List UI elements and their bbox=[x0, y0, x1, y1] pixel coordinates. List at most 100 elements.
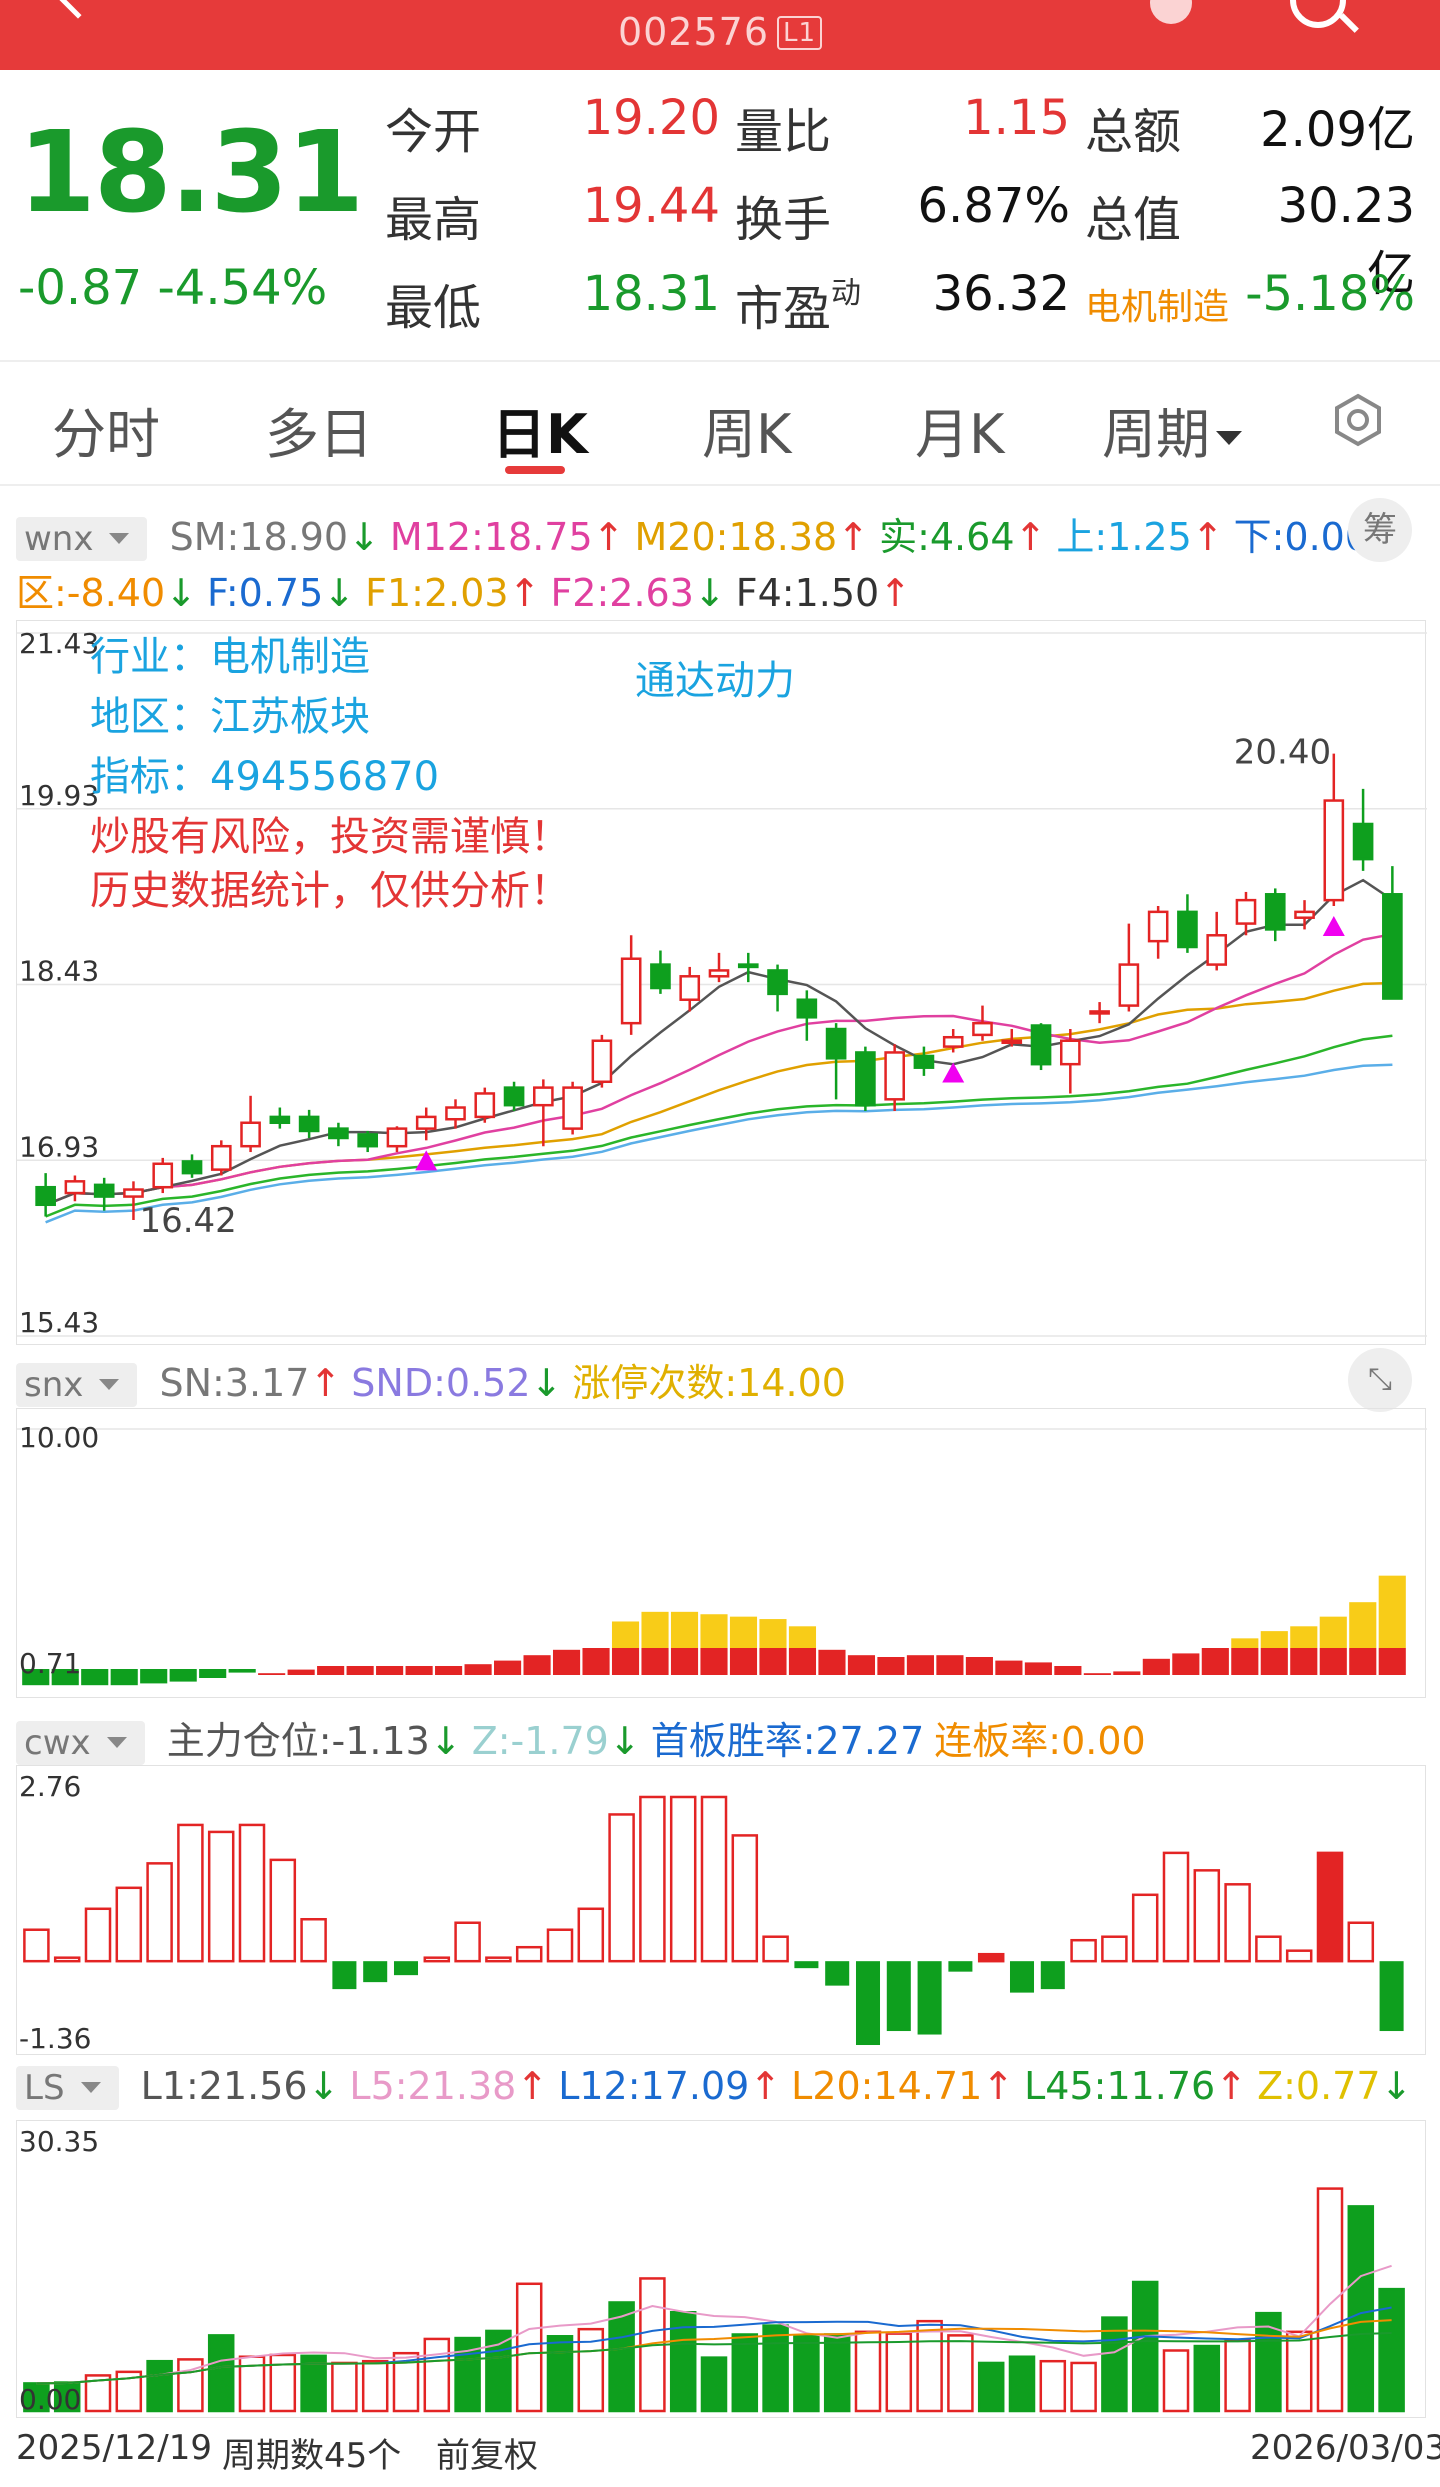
snx-bar bbox=[1201, 1648, 1229, 1675]
stock-code: 002576 L1 bbox=[0, 10, 1440, 54]
ls-bar bbox=[1285, 2330, 1313, 2413]
ls-bar bbox=[1070, 2361, 1097, 2413]
ls-selector[interactable]: LS bbox=[16, 2066, 119, 2110]
indicator-label: 指标：494556870 bbox=[90, 754, 440, 800]
candle-body bbox=[1147, 910, 1169, 943]
cwx-panel[interactable]: 2.76 -1.36 bbox=[16, 1765, 1426, 2055]
change-percent: -4.54% bbox=[157, 260, 328, 316]
snx-bar bbox=[1172, 1653, 1200, 1675]
high-annotation: 20.40 bbox=[1234, 733, 1331, 773]
change-value: -0.87 bbox=[18, 260, 143, 316]
candle-body bbox=[1294, 910, 1315, 919]
main-indicator-values-1: SM:18.90↓ M12:18.75↑ M20:18.38↑ 实:4.64↑ 上:1.… bbox=[170, 515, 1411, 559]
snx-bar-limit bbox=[1290, 1626, 1318, 1648]
cwx-bar bbox=[825, 1961, 850, 1986]
level-badge[interactable]: L1 bbox=[777, 16, 823, 50]
snx-bar bbox=[877, 1657, 905, 1675]
ls-bar bbox=[1316, 2187, 1344, 2413]
cwx-bar bbox=[515, 1945, 543, 1963]
arrow-down-icon: ↓ bbox=[530, 1361, 563, 1405]
adjust-mode[interactable]: 前复权 bbox=[436, 2428, 538, 2477]
expand-icon[interactable]: ⤡ bbox=[1348, 1348, 1412, 1412]
ls-bar bbox=[700, 2356, 728, 2413]
candle-body bbox=[123, 1188, 144, 1198]
main-ind-a-3: 实:4.64↑ bbox=[879, 515, 1047, 559]
main-ind-b-1: F:0.75↓ bbox=[206, 571, 356, 615]
cwx-bar bbox=[577, 1907, 605, 1963]
amount-value: 2.09亿 bbox=[1260, 102, 1415, 158]
cwx-bar bbox=[454, 1921, 481, 1963]
candle-body bbox=[503, 1086, 525, 1107]
sector-label[interactable]: 电机制造 bbox=[1085, 278, 1229, 330]
snx-bar bbox=[700, 1648, 728, 1675]
candle-body bbox=[913, 1054, 935, 1069]
chevron-down-icon bbox=[99, 1379, 120, 1390]
cwx-bar bbox=[423, 1956, 451, 1963]
candle-body bbox=[386, 1127, 408, 1148]
ls-panel[interactable]: 30.35 0.00 bbox=[16, 2120, 1426, 2418]
snx-selector[interactable]: snx bbox=[16, 1363, 138, 1407]
tab-period-dropdown[interactable]: 周期 bbox=[1102, 390, 1242, 469]
cwx-values: 主力仓位:-1.13↓ Z:-1.79↓ 首板胜率:27.27 连板率:0.00 bbox=[167, 1719, 1156, 1763]
price-change: -0.87 -4.54% bbox=[18, 260, 327, 316]
ls-bar bbox=[916, 2319, 943, 2413]
arrow-down-icon: ↓ bbox=[307, 2064, 340, 2108]
snx-bar-limit bbox=[1378, 1575, 1406, 1648]
main-indicator-selector[interactable]: wnx bbox=[16, 517, 148, 561]
snx-bar bbox=[670, 1648, 699, 1675]
snx-chart[interactable]: 10.00 0.71 bbox=[17, 1409, 1427, 1699]
snx-field-2: 涨停次数:14.00 bbox=[572, 1361, 846, 1405]
candle-body bbox=[679, 975, 701, 1001]
quote-panel: 18.31 -0.87 -4.54% 今开 19.20 量比 1.15 总额 2… bbox=[0, 70, 1440, 360]
cwx-bar bbox=[977, 1952, 1005, 1963]
main-indicator-line2: 区:-8.40↓ F:0.75↓ F1:2.03↑ F2:2.63↓ F4:1.50↑ bbox=[16, 562, 931, 617]
tab-multiday[interactable]: 多日 bbox=[265, 390, 373, 469]
start-date: 2025/12/19 bbox=[16, 2428, 212, 2468]
y-tick-label: 15.43 bbox=[19, 1306, 99, 1339]
y-tick-label: -1.36 bbox=[19, 2022, 91, 2055]
candle-body bbox=[415, 1115, 437, 1130]
ls-bar bbox=[1162, 2349, 1190, 2413]
candle-body bbox=[650, 963, 671, 990]
snx-bar bbox=[435, 1666, 463, 1675]
cwx-bar bbox=[84, 1907, 112, 1963]
snx-bar-limit bbox=[1319, 1616, 1347, 1648]
cwx-bar bbox=[1070, 1938, 1097, 1963]
ls-field-1: L5:21.38↑ bbox=[349, 2064, 549, 2108]
ls-bar bbox=[423, 2337, 451, 2413]
tab-daily-k[interactable]: 日K bbox=[492, 390, 588, 469]
low-annotation: 16.42 bbox=[139, 1201, 236, 1241]
ls-chart[interactable]: 30.35 0.00 bbox=[17, 2121, 1427, 2419]
snx-bar-limit bbox=[670, 1611, 699, 1648]
snx-bar bbox=[818, 1649, 846, 1675]
snx-bar bbox=[936, 1655, 964, 1675]
snx-bar bbox=[965, 1657, 993, 1675]
cwx-bar bbox=[332, 1961, 357, 1990]
ma-line-20 bbox=[45, 981, 1393, 1206]
tab-intraday[interactable]: 分时 bbox=[52, 390, 160, 469]
last-price: 18.31 bbox=[18, 108, 364, 238]
snx-bar-limit bbox=[759, 1619, 787, 1648]
arrow-down-icon: ↓ bbox=[1380, 2064, 1413, 2108]
main-ind-b-4: F4:1.50↑ bbox=[735, 571, 912, 615]
ls-bar bbox=[947, 2334, 974, 2413]
chip-distribution-button[interactable]: 筹 bbox=[1348, 498, 1412, 562]
active-tab-indicator bbox=[505, 466, 565, 474]
tab-monthly-k[interactable]: 月K bbox=[915, 390, 1004, 469]
snx-bar bbox=[847, 1655, 876, 1675]
settings-icon[interactable] bbox=[1330, 392, 1386, 448]
snx-bar bbox=[788, 1648, 817, 1675]
cwx-chart[interactable]: 2.76 -1.36 bbox=[17, 1766, 1427, 2056]
tab-weekly-k[interactable]: 周K bbox=[702, 390, 791, 469]
candle-body bbox=[1118, 963, 1140, 1007]
cwx-selector[interactable]: cwx bbox=[16, 1721, 145, 1765]
snx-bar bbox=[582, 1648, 610, 1675]
y-tick-label: 10.00 bbox=[19, 1421, 99, 1454]
snx-bar bbox=[140, 1669, 168, 1684]
amount-label: 总额 bbox=[1085, 104, 1182, 160]
snx-bar bbox=[641, 1648, 669, 1675]
candle-body bbox=[1001, 1039, 1023, 1044]
turnover-label: 换手 bbox=[735, 192, 832, 248]
ls-bar bbox=[793, 2335, 820, 2413]
snx-panel[interactable]: 10.00 0.71 bbox=[16, 1408, 1427, 1699]
